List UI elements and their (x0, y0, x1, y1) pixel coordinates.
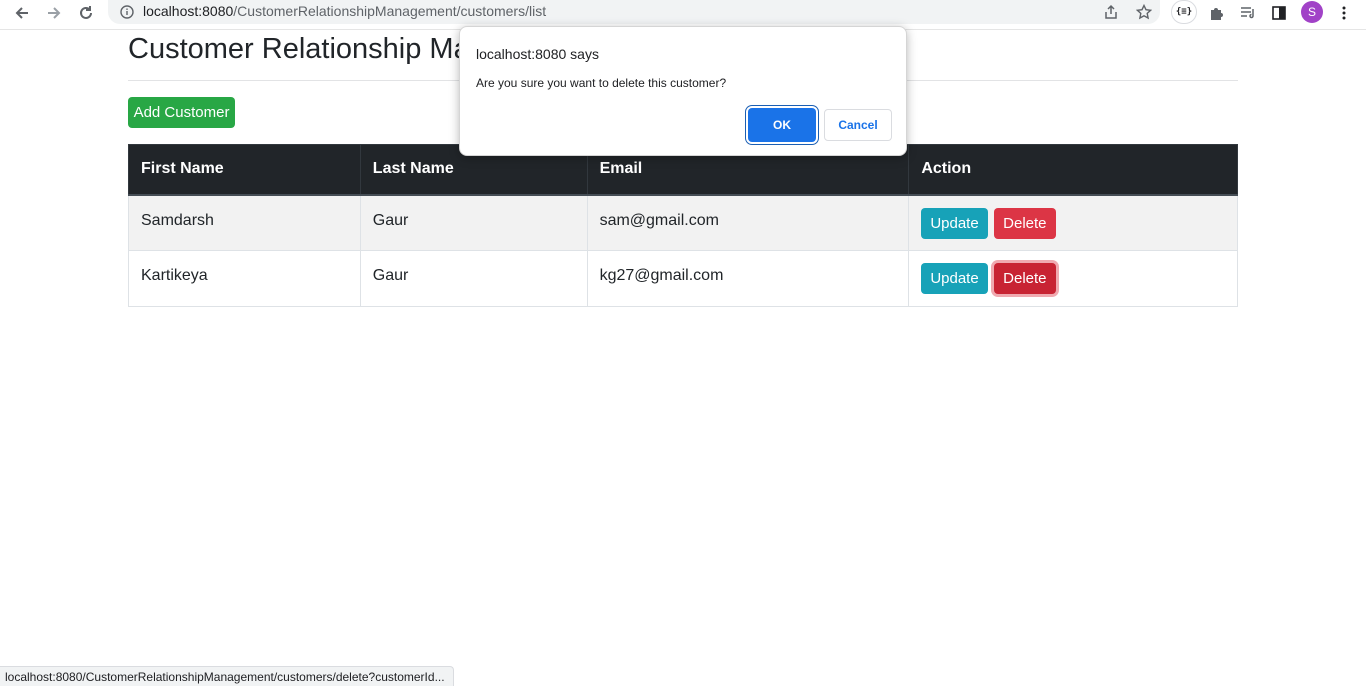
profile-avatar[interactable]: S (1301, 1, 1323, 23)
cell-actions: Update Delete (908, 194, 1238, 251)
forward-arrow-icon[interactable] (40, 1, 68, 25)
bookmark-star-icon[interactable] (1133, 1, 1155, 23)
dialog-title: localhost:8080 says (476, 46, 599, 62)
customers-table: First Name Last Name Email Action Samdar… (128, 144, 1238, 307)
reading-list-icon[interactable] (1235, 1, 1261, 25)
cell-first-name: Kartikeya (128, 250, 361, 307)
cell-actions: Update Delete (908, 250, 1238, 307)
back-arrow-icon[interactable] (8, 1, 36, 25)
table-row: Samdarsh Gaur sam@gmail.com Update Delet… (128, 194, 1238, 251)
cell-email: kg27@gmail.com (586, 250, 910, 307)
info-icon[interactable] (118, 3, 136, 21)
update-button[interactable]: Update (921, 207, 988, 239)
delete-button[interactable]: Delete (994, 263, 1056, 294)
cell-last-name: Gaur (359, 250, 588, 307)
cell-last-name: Gaur (359, 194, 588, 251)
address-url: localhost:8080/CustomerRelationshipManag… (143, 3, 546, 19)
extension-icon[interactable]: {≡} (1171, 0, 1197, 24)
confirm-dialog: localhost:8080 says Are you sure you wan… (459, 26, 907, 156)
kebab-menu-icon[interactable] (1331, 1, 1357, 25)
page-title: Customer Relationship Ma (128, 33, 470, 65)
update-button[interactable]: Update (921, 263, 988, 294)
delete-button[interactable]: Delete (994, 207, 1056, 239)
status-bar-url: localhost:8080/CustomerRelationshipManag… (0, 666, 454, 686)
puzzle-extensions-icon[interactable] (1203, 1, 1229, 25)
table-row: Kartikeya Gaur kg27@gmail.com Update Del… (128, 250, 1238, 307)
ok-button[interactable]: OK (748, 108, 816, 142)
side-panel-icon[interactable] (1266, 1, 1292, 25)
cell-email: sam@gmail.com (586, 194, 910, 251)
cancel-button[interactable]: Cancel (824, 109, 892, 141)
reload-icon[interactable] (72, 1, 100, 25)
url-host: localhost:8080 (143, 3, 234, 19)
address-bar[interactable]: localhost:8080/CustomerRelationshipManag… (108, 0, 1160, 24)
add-customer-button[interactable]: Add Customer (128, 97, 235, 128)
header-first-name: First Name (128, 144, 361, 196)
header-action: Action (908, 144, 1238, 196)
share-icon[interactable] (1100, 1, 1122, 23)
cell-first-name: Samdarsh (128, 194, 361, 251)
dialog-message: Are you sure you want to delete this cus… (476, 76, 727, 90)
url-path: /CustomerRelationshipManagement/customer… (233, 3, 547, 19)
